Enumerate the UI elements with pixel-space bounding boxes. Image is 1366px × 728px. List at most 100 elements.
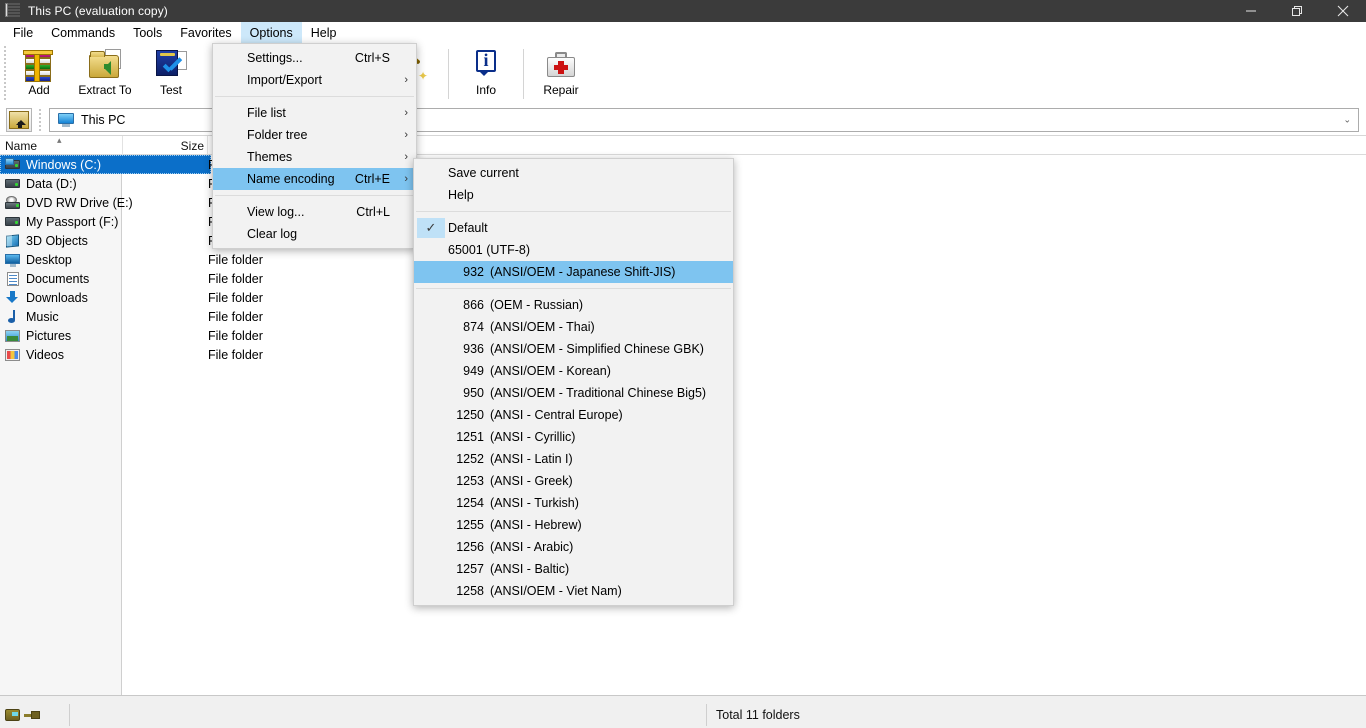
menu-separator <box>416 288 731 289</box>
column-divider-1[interactable] <box>122 136 123 155</box>
menu-item-view-log[interactable]: View log... Ctrl+L <box>213 201 416 223</box>
encoding-item-1257[interactable]: 1257 (ANSI - Baltic) <box>414 558 733 580</box>
menu-separator <box>416 211 731 212</box>
repair-kit-icon <box>544 48 578 82</box>
menu-item-import-export-label: Import/Export <box>247 73 323 87</box>
toolbar-test-button[interactable]: Test <box>141 45 201 103</box>
encoding-item-1255[interactable]: 1255 (ANSI - Hebrew) <box>414 514 733 536</box>
toolbar: Add Extract To Test Vie <box>0 43 1366 105</box>
maximize-button[interactable] <box>1274 0 1320 22</box>
window-controls <box>1228 0 1366 22</box>
menu-item-view-log-label: View log... <box>247 205 305 219</box>
encoding-item-1258[interactable]: 1258 (ANSI/OEM - Viet Nam) <box>414 580 733 602</box>
status-bar-icons <box>0 704 70 726</box>
encoding-item-936[interactable]: 936 (ANSI/OEM - Simplified Chinese GBK) <box>414 338 733 360</box>
toolbar-add-label: Add <box>28 83 50 97</box>
row-name-text: 3D Objects <box>26 233 88 248</box>
toolbar-info-button[interactable]: i Info <box>456 45 516 103</box>
encoding-desc: (ANSI - Arabic) <box>490 540 574 554</box>
encoding-item-default[interactable]: ✓ Default <box>414 217 733 239</box>
encoding-code: 1253 <box>456 474 484 488</box>
drive-icon[interactable] <box>5 709 20 721</box>
encoding-desc: (ANSI/OEM - Japanese Shift-JIS) <box>490 265 676 279</box>
menu-help[interactable]: Help <box>302 22 346 43</box>
encoding-item-874[interactable]: 874 (ANSI/OEM - Thai) <box>414 316 733 338</box>
row-name-cell: Downloads <box>5 288 88 307</box>
encoding-item-1252[interactable]: 1252 (ANSI - Latin I) <box>414 448 733 470</box>
location-value: This PC <box>81 113 126 127</box>
row-name-cell: My Passport (F:) <box>5 212 118 231</box>
column-header-name[interactable]: Name <box>5 136 37 155</box>
encoding-item-866[interactable]: 866 (OEM - Russian) <box>414 294 733 316</box>
toolbar-extract-button[interactable]: Extract To <box>69 45 141 103</box>
encoding-code: 65001 <box>448 243 483 257</box>
encoding-item-932[interactable]: 932 (ANSI/OEM - Japanese Shift-JIS) <box>414 261 733 283</box>
encoding-code: 1256 <box>456 540 484 554</box>
menu-item-view-log-shortcut: Ctrl+L <box>356 205 390 219</box>
encoding-desc: (ANSI - Baltic) <box>490 562 570 576</box>
encoding-item-1253[interactable]: 1253 (ANSI - Greek) <box>414 470 733 492</box>
row-type-cell: File folder <box>208 309 263 324</box>
encoding-item-1251[interactable]: 1251 (ANSI - Cyrillic) <box>414 426 733 448</box>
up-folder-icon[interactable] <box>6 108 32 132</box>
encoding-desc: (ANSI - Latin I) <box>490 452 573 466</box>
key-icon[interactable] <box>24 709 40 721</box>
encoding-item-save-current[interactable]: Save current <box>414 162 733 184</box>
row-type-cell: File folder <box>208 252 263 267</box>
pictures-icon <box>5 329 21 343</box>
menu-item-themes[interactable]: Themes › <box>213 146 416 168</box>
encoding-code: 866 <box>463 298 484 312</box>
menu-commands[interactable]: Commands <box>42 22 124 43</box>
encoding-code: 1252 <box>456 452 484 466</box>
row-name-cell: Windows (C:) <box>5 155 101 174</box>
row-name-text: DVD RW Drive (E:) <box>26 195 133 210</box>
encoding-code: 949 <box>463 364 484 378</box>
encoding-item-65001-label: 65001 (UTF-8) <box>414 243 530 257</box>
info-icon: i <box>469 48 503 82</box>
encoding-desc: (UTF-8) <box>486 243 530 257</box>
encoding-item-1254[interactable]: 1254 (ANSI - Turkish) <box>414 492 733 514</box>
encoding-item-950[interactable]: 950 (ANSI/OEM - Traditional Chinese Big5… <box>414 382 733 404</box>
close-button[interactable] <box>1320 0 1366 22</box>
encoding-item-help-label: Help <box>448 188 474 202</box>
column-header-size[interactable]: Size <box>148 136 204 155</box>
menu-options[interactable]: Options <box>240 22 302 43</box>
chevron-down-icon[interactable]: ⌄ <box>1343 115 1351 126</box>
menu-item-file-list[interactable]: File list › <box>213 102 416 124</box>
encoding-desc: (ANSI - Turkish) <box>490 496 579 510</box>
menu-tools[interactable]: Tools <box>124 22 171 43</box>
status-bar-total: Total 11 folders <box>706 704 1366 726</box>
minimize-button[interactable] <box>1228 0 1274 22</box>
encoding-desc: (ANSI - Hebrew) <box>490 518 582 532</box>
downloads-icon <box>5 290 21 305</box>
menu-item-clear-log[interactable]: Clear log <box>213 223 416 245</box>
encoding-item-65001[interactable]: 65001 (UTF-8) <box>414 239 733 261</box>
menu-item-name-encoding[interactable]: Name encoding Ctrl+E › <box>213 168 416 190</box>
menu-item-settings[interactable]: Settings... Ctrl+S <box>213 47 416 69</box>
menu-file[interactable]: File <box>4 22 42 43</box>
menu-favorites[interactable]: Favorites <box>171 22 240 43</box>
chevron-right-icon: › <box>404 128 408 141</box>
encoding-item-1256[interactable]: 1256 (ANSI - Arabic) <box>414 536 733 558</box>
toolbar-repair-button[interactable]: Repair <box>531 45 591 103</box>
toolbar-add-button[interactable]: Add <box>9 45 69 103</box>
hard-disk-icon <box>5 215 21 229</box>
toolbar-repair-label: Repair <box>543 83 579 97</box>
encoding-item-949[interactable]: 949 (ANSI/OEM - Korean) <box>414 360 733 382</box>
row-name-text: My Passport (F:) <box>26 214 119 229</box>
menu-item-import-export[interactable]: Import/Export › <box>213 69 416 91</box>
chevron-right-icon: › <box>404 73 408 86</box>
toolbar-separator <box>448 49 449 99</box>
toolbar-grip[interactable] <box>2 46 9 102</box>
address-bar-grip[interactable] <box>37 109 44 131</box>
row-type-cell: File folder <box>208 347 263 362</box>
encoding-item-1250[interactable]: 1250 (ANSI - Central Europe) <box>414 404 733 426</box>
music-icon <box>5 309 21 324</box>
encoding-item-help[interactable]: Help <box>414 184 733 206</box>
column-divider-2[interactable] <box>207 136 208 155</box>
encoding-code: 936 <box>463 342 484 356</box>
encoding-code: 1257 <box>456 562 484 576</box>
sort-ascending-icon: ▴ <box>57 135 62 145</box>
row-type-cell: File folder <box>208 328 263 343</box>
menu-item-folder-tree[interactable]: Folder tree › <box>213 124 416 146</box>
